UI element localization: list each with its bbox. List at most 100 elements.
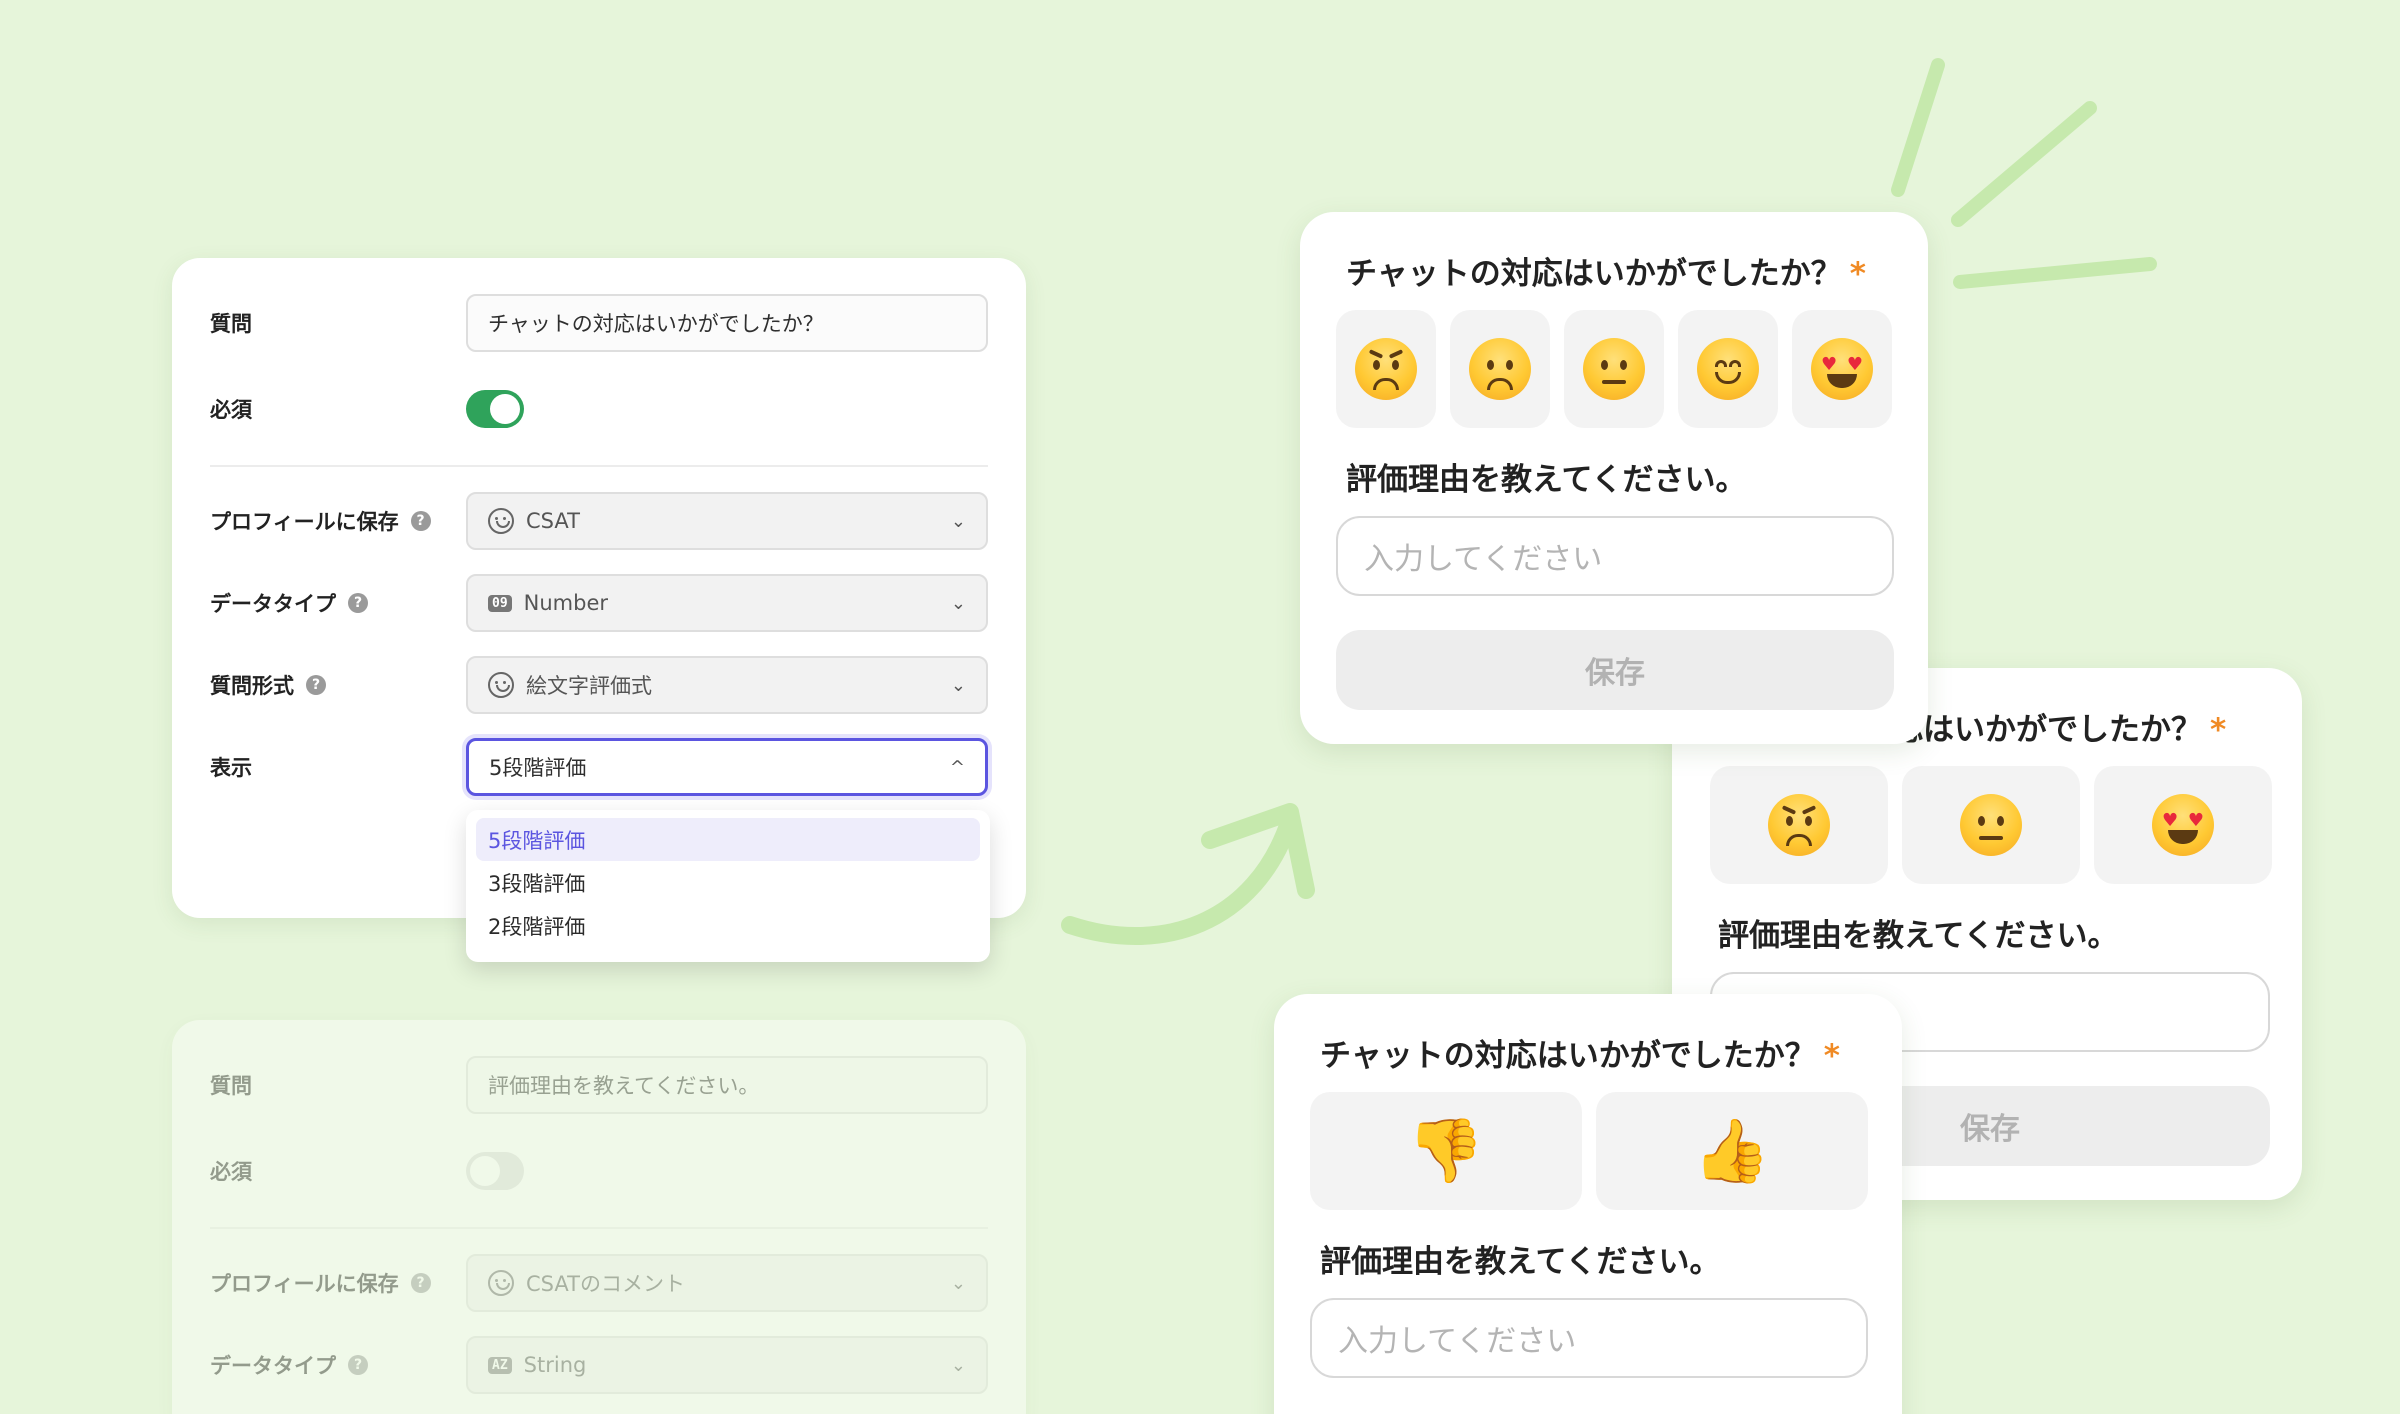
format-label: 質問形式	[210, 674, 294, 698]
question-input[interactable]: チャットの対応はいかがでしたか？	[466, 294, 988, 352]
smiley-icon	[488, 508, 514, 534]
chevron-down-icon: ⌄	[950, 1354, 966, 1376]
card-question: 応はいかがでしたか？	[1892, 712, 2202, 748]
divider	[210, 1227, 988, 1229]
datatype-select[interactable]: 09 Number ⌄	[466, 574, 988, 632]
two-level-preview-card: チャットの対応はいかがでしたか？ * 👍 👍 評価理由を教えてください。 入力して…	[1274, 994, 1902, 1414]
heart-eyes-face-icon: ♥ ♥	[1811, 338, 1873, 400]
smiling-face-icon	[1697, 338, 1759, 400]
profile-label: プロフィールに保存	[210, 1272, 399, 1296]
emoji-rating-row: ♥ ♥	[1710, 766, 2272, 884]
arrow-decoration	[1061, 803, 1315, 945]
text-type-icon: AZ	[488, 1356, 512, 1374]
heart-eyes-face-icon: ♥ ♥	[2152, 794, 2214, 856]
dropdown-option[interactable]: 3段階評価	[476, 861, 980, 904]
save-button[interactable]: 保存	[1336, 630, 1894, 710]
profile-label: プロフィールに保存	[210, 510, 399, 534]
question-row: 質問 評価理由を教えてください。	[210, 1056, 988, 1114]
dropdown-option[interactable]: 2段階評価	[476, 904, 980, 947]
thumbs-down-icon: 👍	[1407, 1115, 1485, 1188]
datatype-row: データタイプ ? 09 Number ⌄	[210, 574, 988, 632]
display-label: 表示	[210, 756, 252, 780]
display-row: 表示 5段階評価 ^	[210, 738, 988, 796]
required-label: 必須	[210, 1160, 252, 1184]
question-label: 質問	[210, 1074, 252, 1098]
question-label: 質問	[210, 312, 252, 336]
format-select-value: 絵文字評価式	[526, 674, 652, 698]
datatype-row: データタイプ ? AZ String ⌄	[210, 1336, 988, 1394]
rating-option-5[interactable]: ♥ ♥	[1792, 310, 1892, 428]
required-asterisk: *	[2210, 712, 2227, 748]
help-icon[interactable]: ?	[306, 675, 326, 695]
datatype-label: データタイプ	[210, 1354, 336, 1378]
frowning-face-icon	[1469, 338, 1531, 400]
reason-input-placeholder: 入力してください	[1338, 1324, 1577, 1359]
rating-option-2[interactable]	[1450, 310, 1550, 428]
required-asterisk: *	[1823, 1038, 1840, 1074]
rating-option-1[interactable]	[1336, 310, 1436, 428]
help-icon[interactable]: ?	[348, 1355, 368, 1375]
number-type-icon: 09	[488, 594, 512, 612]
rating-option-thumbs-up[interactable]: 👍	[1596, 1092, 1868, 1210]
display-select-value: 5段階評価	[489, 756, 587, 780]
format-select[interactable]: 絵文字評価式 ⌄	[466, 656, 988, 714]
profile-select-value: CSATのコメント	[526, 1272, 685, 1296]
datatype-label: データタイプ	[210, 592, 336, 616]
required-row: 必須	[210, 1142, 988, 1200]
angry-face-icon	[1768, 794, 1830, 856]
neutral-face-icon	[1583, 338, 1645, 400]
profile-row: プロフィールに保存 ? CSAT ⌄	[210, 492, 988, 550]
display-dropdown-menu: 5段階評価 3段階評価 2段階評価	[466, 810, 990, 962]
profile-select[interactable]: CSATのコメント ⌄	[466, 1254, 988, 1312]
required-toggle[interactable]	[466, 390, 524, 428]
help-icon[interactable]: ?	[410, 511, 431, 531]
required-toggle[interactable]	[466, 1152, 524, 1190]
reason-question: 評価理由を教えてください。	[1346, 462, 1747, 498]
help-icon[interactable]: ?	[348, 593, 368, 613]
rating-option-neutral[interactable]	[1902, 766, 2080, 884]
profile-row: プロフィールに保存 ? CSATのコメント ⌄	[210, 1254, 988, 1312]
chevron-down-icon: ⌄	[950, 674, 966, 696]
required-asterisk: *	[1849, 256, 1866, 292]
rating-option-love[interactable]: ♥ ♥	[2094, 766, 2272, 884]
datatype-select[interactable]: AZ String ⌄	[466, 1336, 988, 1394]
reason-input[interactable]: 入力してください	[1336, 516, 1894, 596]
reason-question: 評価理由を教えてください。	[1320, 1244, 1721, 1280]
neutral-face-icon	[1960, 794, 2022, 856]
chevron-down-icon: ⌄	[950, 510, 966, 532]
rating-option-thumbs-down[interactable]: 👍	[1310, 1092, 1582, 1210]
reason-input[interactable]: 入力してください	[1310, 1298, 1868, 1378]
help-icon[interactable]: ?	[410, 1273, 431, 1293]
question-row: 質問 チャットの対応はいかがでしたか？	[210, 294, 988, 352]
angry-face-icon	[1355, 338, 1417, 400]
profile-select-value: CSAT	[526, 509, 580, 533]
thumbs-up-icon: 👍	[1693, 1114, 1771, 1187]
thumb-rating-row: 👍 👍	[1310, 1092, 1868, 1210]
format-row: 質問形式 ? 絵文字評価式 ⌄	[210, 656, 988, 714]
emoji-rating-row: ♥ ♥	[1336, 310, 1892, 428]
smiley-icon	[488, 672, 514, 698]
dropdown-option[interactable]: 5段階評価	[476, 818, 980, 861]
rating-option-3[interactable]	[1564, 310, 1664, 428]
reason-input-placeholder: 入力してください	[1364, 542, 1603, 577]
divider	[210, 465, 988, 467]
chevron-up-icon: ^	[949, 756, 965, 778]
reason-question: 評価理由を教えてください。	[1718, 918, 2119, 954]
required-label: 必須	[210, 398, 252, 422]
five-level-preview-card: チャットの対応はいかがでしたか？ * ♥ ♥ 評価理由を教えてください。 入力してく…	[1300, 212, 1928, 744]
profile-select[interactable]: CSAT ⌄	[466, 492, 988, 550]
question-input[interactable]: 評価理由を教えてください。	[466, 1056, 988, 1114]
reason-settings-panel: 質問 評価理由を教えてください。 必須 プロフィールに保存 ? CSATのコメン…	[172, 1020, 1026, 1414]
chevron-down-icon: ⌄	[950, 1272, 966, 1294]
datatype-select-value: String	[523, 1353, 587, 1377]
question-input-value: 評価理由を教えてください。	[488, 1074, 760, 1098]
chevron-down-icon: ⌄	[950, 592, 966, 614]
question-input-value: チャットの対応はいかがでしたか？	[488, 312, 824, 336]
rating-option-angry[interactable]	[1710, 766, 1888, 884]
display-select[interactable]: 5段階評価 ^	[466, 738, 988, 796]
card-question: チャットの対応はいかがでしたか？	[1346, 256, 1842, 292]
required-row: 必須	[210, 380, 988, 438]
datatype-select-value: Number	[523, 591, 609, 615]
rating-option-4[interactable]	[1678, 310, 1778, 428]
card-question: チャットの対応はいかがでしたか？	[1320, 1038, 1816, 1074]
